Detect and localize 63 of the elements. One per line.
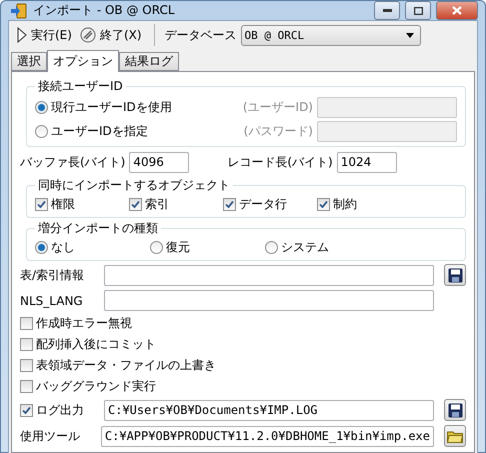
checkbox[interactable] — [20, 359, 33, 372]
run-button[interactable]: 実行(E) — [15, 26, 74, 44]
input-field[interactable] — [104, 290, 434, 311]
checkbox-option[interactable]: バッググラウンド実行 — [20, 378, 156, 395]
save-icon — [448, 268, 462, 282]
checkbox-option[interactable]: 権限 — [35, 196, 125, 212]
field-label: 表/索引情報 — [20, 266, 86, 284]
group-title: 接続ユーザーID — [37, 78, 124, 95]
minimize-icon — [382, 9, 392, 12]
field-label: 使用ツール — [20, 428, 81, 444]
radio-option[interactable]: なし — [35, 238, 146, 256]
checkbox-option[interactable]: 表領域データ・ファイルの上書き — [20, 357, 216, 374]
database-label: データベース — [164, 26, 237, 44]
checkbox-option[interactable]: 索引 — [129, 196, 219, 212]
input-field[interactable]: 1024 — [336, 152, 397, 172]
play-icon — [17, 27, 27, 43]
input-field[interactable] — [104, 264, 434, 286]
stop-icon — [80, 27, 96, 43]
checkbox-option[interactable]: データ行 — [223, 196, 313, 212]
input-field[interactable]: C:¥Users¥OB¥Documents¥IMP.LOG — [104, 400, 434, 420]
minimize-button[interactable] — [374, 1, 400, 20]
tab[interactable]: 結果ログ — [119, 52, 179, 71]
checkbox[interactable] — [35, 198, 48, 210]
radio-option[interactable]: システム — [265, 238, 376, 256]
save-button[interactable] — [444, 399, 466, 421]
field-label: (ユーザーID) — [242, 98, 313, 116]
checkbox[interactable] — [20, 380, 33, 393]
save-icon — [448, 402, 462, 418]
checkbox[interactable] — [223, 198, 236, 210]
field-label: (パスワード) — [242, 122, 313, 140]
checkbox[interactable] — [129, 198, 142, 210]
checkbox-option[interactable]: 作成時エラー無視 — [20, 315, 132, 332]
group-title: 増分インポートの種類 — [37, 220, 159, 237]
checkbox[interactable] — [20, 404, 33, 416]
database-dropdown[interactable]: OB @ ORCL — [240, 24, 421, 46]
field-label: バッファ長(バイト) — [20, 154, 126, 170]
input-field[interactable]: 4096 — [129, 152, 190, 172]
field-label: NLS_LANG — [20, 294, 84, 308]
checkbox-option[interactable]: 制約 — [317, 196, 407, 212]
stop-button[interactable]: 終了(X) — [78, 26, 144, 44]
checkbox[interactable] — [20, 317, 33, 330]
radio-option[interactable]: 現行ユーザーIDを使用 — [35, 98, 205, 116]
field-label: レコード長(バイト) — [227, 154, 333, 170]
folder-icon — [447, 430, 463, 442]
checkbox-option[interactable]: 配列挿入後にコミット — [20, 336, 156, 353]
save-button[interactable] — [444, 264, 466, 286]
maximize-button[interactable] — [405, 1, 431, 20]
group-title: 同時にインポートするオブジェクト — [37, 177, 231, 194]
open-folder-button[interactable] — [444, 425, 466, 447]
input-field[interactable]: C:¥APP¥OB¥PRODUCT¥11.2.0¥DBHOME_1¥bin¥imp.exe — [100, 426, 434, 446]
dropdown-arrow-icon — [406, 32, 414, 38]
radio-option[interactable]: ユーザーIDを指定 — [35, 122, 205, 140]
radio-option[interactable]: 復元 — [150, 238, 261, 256]
checkbox-option[interactable]: ログ出力 — [20, 402, 100, 418]
close-icon — [452, 6, 462, 15]
close-button[interactable] — [436, 1, 478, 20]
window-title: インポート - OB @ ORCL — [33, 2, 176, 19]
checkbox[interactable] — [20, 338, 33, 351]
checkbox[interactable] — [317, 198, 330, 210]
maximize-icon — [414, 6, 422, 14]
import-icon — [10, 2, 28, 18]
tab[interactable]: 選択 — [11, 52, 47, 71]
tab[interactable]: オプション — [47, 50, 119, 72]
